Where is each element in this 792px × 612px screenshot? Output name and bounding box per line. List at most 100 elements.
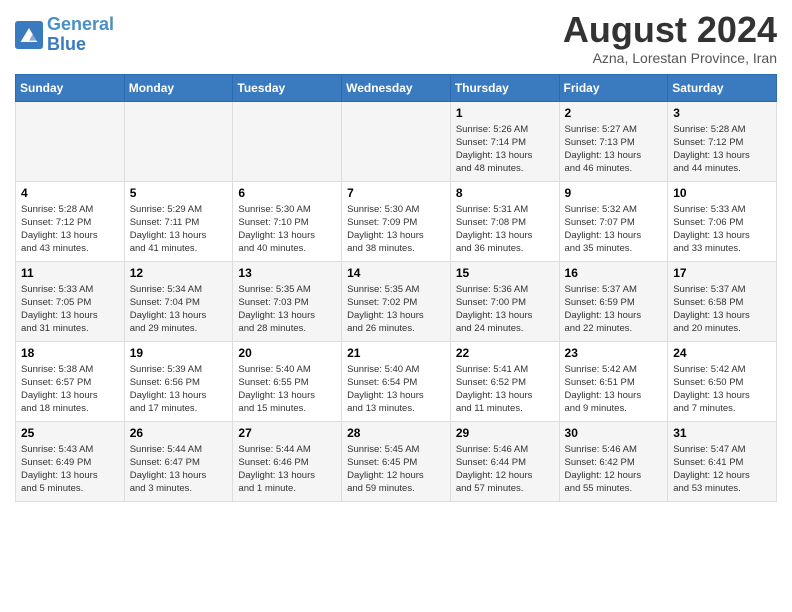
day-number: 15	[456, 266, 554, 280]
day-content: Sunrise: 5:32 AM Sunset: 7:07 PM Dayligh…	[565, 203, 663, 256]
calendar-cell: 6 Sunrise: 5:30 AM Sunset: 7:10 PM Daylig…	[233, 181, 342, 261]
weekday-header-monday: Monday	[124, 74, 233, 101]
calendar-cell: 5Sunrise: 5:29 AM Sunset: 7:11 PM Daylig…	[124, 181, 233, 261]
calendar-cell: 22Sunrise: 5:41 AM Sunset: 6:52 PM Dayli…	[450, 341, 559, 421]
calendar-cell: 26 Sunrise: 5:44 AM Sunset: 6:47 PM Dayli…	[124, 421, 233, 501]
day-number: 10	[673, 186, 771, 200]
day-content: Sunrise: 5:44 AM Sunset: 6:47 PM Dayligh…	[130, 443, 228, 496]
weekday-header-friday: Friday	[559, 74, 668, 101]
calendar-cell: 31Sunrise: 5:47 AM Sunset: 6:41 PM Dayli…	[668, 421, 777, 501]
day-number: 28	[347, 426, 445, 440]
day-content: Sunrise: 5:28 AM Sunset: 7:12 PM Dayligh…	[21, 203, 119, 256]
logo-icon	[15, 21, 43, 49]
day-number: 12	[130, 266, 228, 280]
calendar-cell: 8 Sunrise: 5:31 AM Sunset: 7:08 PM Daylig…	[450, 181, 559, 261]
calendar-cell: 4 Sunrise: 5:28 AM Sunset: 7:12 PM Daylig…	[16, 181, 125, 261]
day-content: Sunrise: 5:39 AM Sunset: 6:56 PM Dayligh…	[130, 363, 228, 416]
day-number: 3	[673, 106, 771, 120]
day-number: 26	[130, 426, 228, 440]
weekday-header-sunday: Sunday	[16, 74, 125, 101]
calendar-cell	[124, 101, 233, 181]
day-number: 19	[130, 346, 228, 360]
day-number: 20	[238, 346, 336, 360]
day-number: 4	[21, 186, 119, 200]
calendar-week-5: 25Sunrise: 5:43 AM Sunset: 6:49 PM Dayli…	[16, 421, 777, 501]
day-number: 13	[238, 266, 336, 280]
logo-line2: Blue	[47, 34, 86, 54]
calendar-cell: 16 Sunrise: 5:37 AM Sunset: 6:59 PM Dayli…	[559, 261, 668, 341]
day-content: Sunrise: 5:43 AM Sunset: 6:49 PM Dayligh…	[21, 443, 119, 496]
day-content: Sunrise: 5:38 AM Sunset: 6:57 PM Dayligh…	[21, 363, 119, 416]
calendar-cell	[16, 101, 125, 181]
calendar-cell: 25Sunrise: 5:43 AM Sunset: 6:49 PM Dayli…	[16, 421, 125, 501]
day-content: Sunrise: 5:33 AM Sunset: 7:06 PM Dayligh…	[673, 203, 771, 256]
day-number: 2	[565, 106, 663, 120]
calendar-cell: 13 Sunrise: 5:35 AM Sunset: 7:03 PM Dayli…	[233, 261, 342, 341]
day-content: Sunrise: 5:33 AM Sunset: 7:05 PM Dayligh…	[21, 283, 119, 336]
day-content: Sunrise: 5:35 AM Sunset: 7:03 PM Dayligh…	[238, 283, 336, 336]
day-number: 30	[565, 426, 663, 440]
calendar-cell	[233, 101, 342, 181]
day-content: Sunrise: 5:31 AM Sunset: 7:08 PM Dayligh…	[456, 203, 554, 256]
day-content: Sunrise: 5:46 AM Sunset: 6:44 PM Dayligh…	[456, 443, 554, 496]
day-content: Sunrise: 5:27 AM Sunset: 7:13 PM Dayligh…	[565, 123, 663, 176]
calendar-cell: 9 Sunrise: 5:32 AM Sunset: 7:07 PM Daylig…	[559, 181, 668, 261]
day-content: Sunrise: 5:41 AM Sunset: 6:52 PM Dayligh…	[456, 363, 554, 416]
day-content: Sunrise: 5:29 AM Sunset: 7:11 PM Dayligh…	[130, 203, 228, 256]
calendar-week-3: 11 Sunrise: 5:33 AM Sunset: 7:05 PM Dayli…	[16, 261, 777, 341]
weekday-header-row: SundayMondayTuesdayWednesdayThursdayFrid…	[16, 74, 777, 101]
day-content: Sunrise: 5:30 AM Sunset: 7:10 PM Dayligh…	[238, 203, 336, 256]
day-content: Sunrise: 5:36 AM Sunset: 7:00 PM Dayligh…	[456, 283, 554, 336]
weekday-header-thursday: Thursday	[450, 74, 559, 101]
page-header: General Blue August 2024 Azna, Lorestan …	[15, 10, 777, 66]
day-number: 11	[21, 266, 119, 280]
calendar-cell: 21Sunrise: 5:40 AM Sunset: 6:54 PM Dayli…	[342, 341, 451, 421]
day-content: Sunrise: 5:37 AM Sunset: 6:59 PM Dayligh…	[565, 283, 663, 336]
calendar-cell: 11 Sunrise: 5:33 AM Sunset: 7:05 PM Dayli…	[16, 261, 125, 341]
day-number: 24	[673, 346, 771, 360]
calendar-cell: 29 Sunrise: 5:46 AM Sunset: 6:44 PM Dayli…	[450, 421, 559, 501]
calendar-cell: 1 Sunrise: 5:26 AM Sunset: 7:14 PM Daylig…	[450, 101, 559, 181]
calendar-cell: 10 Sunrise: 5:33 AM Sunset: 7:06 PM Dayli…	[668, 181, 777, 261]
calendar-cell: 18 Sunrise: 5:38 AM Sunset: 6:57 PM Dayli…	[16, 341, 125, 421]
title-block: August 2024 Azna, Lorestan Province, Ira…	[563, 10, 777, 66]
location-subtitle: Azna, Lorestan Province, Iran	[563, 50, 777, 66]
day-content: Sunrise: 5:40 AM Sunset: 6:55 PM Dayligh…	[238, 363, 336, 416]
calendar-cell: 19 Sunrise: 5:39 AM Sunset: 6:56 PM Dayli…	[124, 341, 233, 421]
day-number: 16	[565, 266, 663, 280]
weekday-header-wednesday: Wednesday	[342, 74, 451, 101]
calendar-cell: 23Sunrise: 5:42 AM Sunset: 6:51 PM Dayli…	[559, 341, 668, 421]
calendar-cell: 27 Sunrise: 5:44 AM Sunset: 6:46 PM Dayli…	[233, 421, 342, 501]
day-number: 18	[21, 346, 119, 360]
logo: General Blue	[15, 15, 114, 55]
day-content: Sunrise: 5:44 AM Sunset: 6:46 PM Dayligh…	[238, 443, 336, 496]
day-content: Sunrise: 5:46 AM Sunset: 6:42 PM Dayligh…	[565, 443, 663, 496]
calendar-cell: 20 Sunrise: 5:40 AM Sunset: 6:55 PM Dayli…	[233, 341, 342, 421]
calendar-cell	[342, 101, 451, 181]
calendar-week-2: 4 Sunrise: 5:28 AM Sunset: 7:12 PM Daylig…	[16, 181, 777, 261]
day-number: 17	[673, 266, 771, 280]
day-number: 1	[456, 106, 554, 120]
calendar-cell: 15 Sunrise: 5:36 AM Sunset: 7:00 PM Dayli…	[450, 261, 559, 341]
day-content: Sunrise: 5:34 AM Sunset: 7:04 PM Dayligh…	[130, 283, 228, 336]
weekday-header-saturday: Saturday	[668, 74, 777, 101]
month-title: August 2024	[563, 10, 777, 50]
day-content: Sunrise: 5:42 AM Sunset: 6:50 PM Dayligh…	[673, 363, 771, 416]
day-content: Sunrise: 5:28 AM Sunset: 7:12 PM Dayligh…	[673, 123, 771, 176]
calendar-cell: 24 Sunrise: 5:42 AM Sunset: 6:50 PM Dayli…	[668, 341, 777, 421]
day-number: 7	[347, 186, 445, 200]
day-content: Sunrise: 5:47 AM Sunset: 6:41 PM Dayligh…	[673, 443, 771, 496]
day-content: Sunrise: 5:35 AM Sunset: 7:02 PM Dayligh…	[347, 283, 445, 336]
day-content: Sunrise: 5:26 AM Sunset: 7:14 PM Dayligh…	[456, 123, 554, 176]
day-number: 6	[238, 186, 336, 200]
calendar-table: SundayMondayTuesdayWednesdayThursdayFrid…	[15, 74, 777, 502]
calendar-cell: 2 Sunrise: 5:27 AM Sunset: 7:13 PM Daylig…	[559, 101, 668, 181]
day-content: Sunrise: 5:30 AM Sunset: 7:09 PM Dayligh…	[347, 203, 445, 256]
day-number: 23	[565, 346, 663, 360]
day-number: 9	[565, 186, 663, 200]
calendar-cell: 12 Sunrise: 5:34 AM Sunset: 7:04 PM Dayli…	[124, 261, 233, 341]
day-number: 29	[456, 426, 554, 440]
calendar-cell: 14Sunrise: 5:35 AM Sunset: 7:02 PM Dayli…	[342, 261, 451, 341]
day-number: 8	[456, 186, 554, 200]
day-number: 27	[238, 426, 336, 440]
